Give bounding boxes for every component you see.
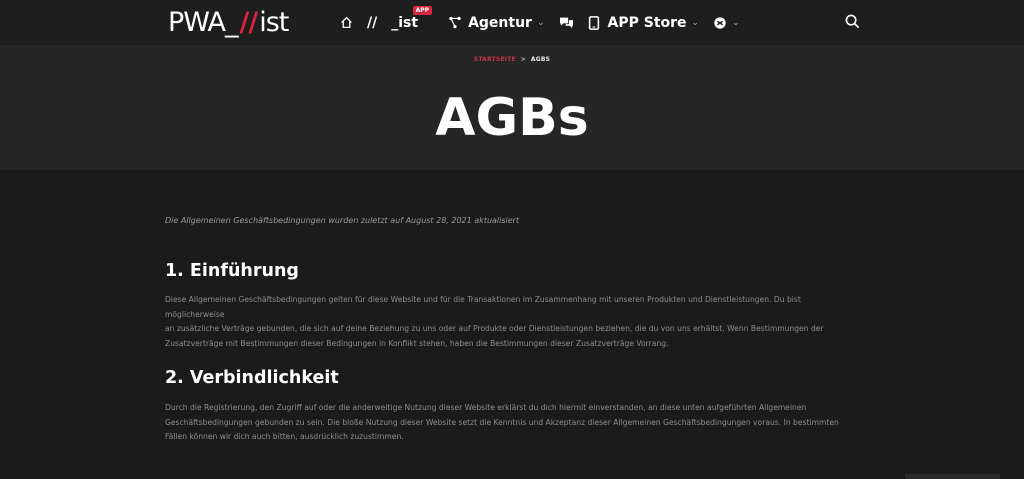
home-icon: [341, 16, 352, 29]
tablet-icon: [588, 15, 599, 30]
paragraph-line: Geschäftsbedingungen gebunden zu sein. D…: [165, 417, 839, 427]
site-logo[interactable]: PWA_//ist: [168, 6, 289, 38]
breadcrumb-current: AGBS: [530, 56, 551, 63]
chat-icon: [559, 17, 573, 29]
app-badge: APP: [412, 5, 433, 15]
breadcrumb: STARTSEITE > AGBS: [0, 56, 1024, 63]
paragraph-line: Durch die Registrierung, den Zugriff auf…: [165, 403, 807, 412]
menu-item-agentur-label: Agentur: [468, 14, 532, 31]
paragraph-line: Fällen können wir dich auch bitten, ausd…: [165, 432, 404, 442]
breadcrumb-home-link[interactable]: STARTSEITE: [474, 56, 516, 63]
chevron-down-icon: ⌄: [536, 17, 545, 28]
section-body-verbindlichkeit: Durch die Registrierung, den Zugriff auf…: [165, 401, 855, 445]
paragraph-line: an zusätzliche Verträge gebunden, die si…: [165, 324, 824, 334]
search-button[interactable]: [845, 14, 860, 33]
brand-icon: [714, 16, 726, 29]
chevron-down-icon: ⌄: [732, 17, 740, 28]
home-link[interactable]: [340, 16, 353, 29]
main-menu: // _ist APP Agentur ⌄ APP Store ⌄ ⌄: [340, 0, 754, 45]
menu-item-ist[interactable]: _ist APP: [391, 5, 433, 31]
nav-separator: //: [367, 15, 377, 31]
search-icon: [845, 14, 860, 29]
page-title: AGBs: [435, 88, 589, 148]
breadcrumb-separator: >: [520, 56, 526, 63]
menu-item-app-store-label: APP Store: [607, 14, 687, 31]
nav-separator-text: //: [367, 14, 378, 31]
last-updated-note: Die Allgemeinen Geschäftsbedingungen wur…: [165, 216, 520, 225]
scroll-indicator: [905, 474, 1000, 479]
top-navbar: PWA_//ist // _ist APP Agentur ⌄ APP Stor…: [0, 0, 1024, 46]
paragraph-line: Diese Allgemeinen Geschäftsbedingungen g…: [165, 295, 801, 319]
chat-link[interactable]: [559, 16, 574, 29]
section-body-einfuehrung: Diese Allgemeinen Geschäftsbedingungen g…: [165, 293, 855, 351]
logo-text-right: ist: [259, 6, 289, 38]
logo-mark: //: [239, 6, 258, 38]
section-heading-einfuehrung: 1. Einführung: [165, 261, 299, 281]
menu-item-app-store[interactable]: APP Store ⌄: [588, 14, 700, 31]
menu-item-agentur[interactable]: Agentur ⌄: [448, 14, 545, 31]
chevron-down-icon: ⌄: [691, 17, 700, 28]
section-heading-verbindlichkeit: 2. Verbindlichkeit: [165, 368, 339, 388]
logo-text-left: PWA_: [168, 6, 238, 38]
network-icon: [449, 16, 461, 29]
paragraph-line: Zusatzverträge mit Bestimmungen dieser B…: [165, 338, 669, 348]
menu-item-ist-label: _ist: [391, 14, 419, 31]
menu-item-brand[interactable]: ⌄: [713, 16, 740, 30]
